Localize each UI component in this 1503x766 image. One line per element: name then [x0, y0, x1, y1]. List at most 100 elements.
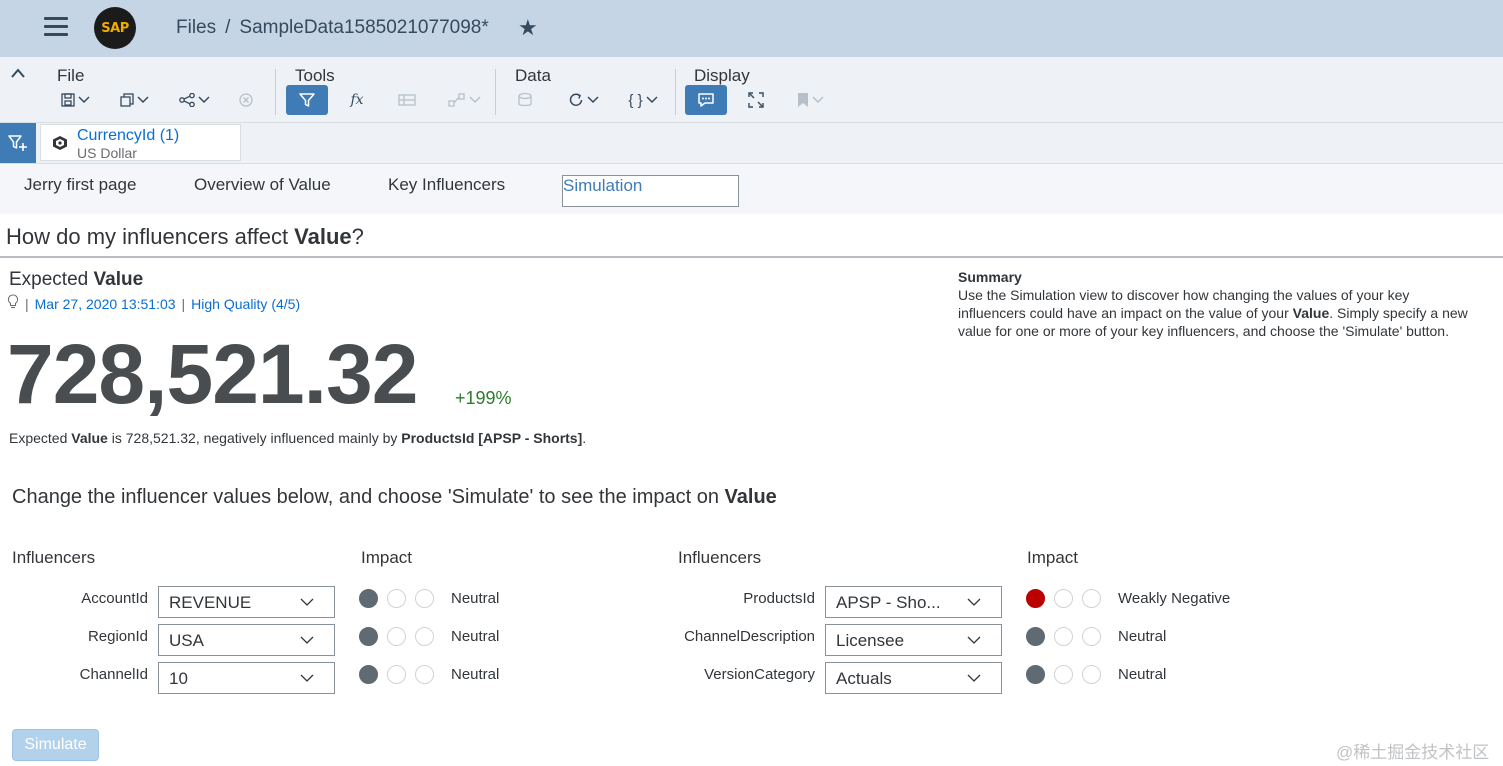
impact-indicator [1026, 589, 1110, 608]
tab-simulation[interactable]: Simulation [562, 175, 739, 207]
impact-indicator [359, 589, 443, 608]
impact-label: Neutral [451, 666, 500, 683]
calculation-icon[interactable] [396, 85, 418, 115]
data-source-icon[interactable] [515, 85, 539, 115]
sap-logo[interactable]: SAP [94, 7, 136, 49]
impact-label: Neutral [451, 590, 500, 607]
lightbulb-icon [7, 294, 19, 313]
impact-dot [1026, 589, 1045, 608]
explanation-part-1: Expected [9, 430, 72, 446]
expected-label-text: Expected [9, 269, 94, 290]
toolbar: File Tools fx Data { } Display [0, 57, 1503, 123]
toolbar-divider [495, 69, 496, 115]
impact-dot [387, 589, 406, 608]
page-title-bold: Value [294, 224, 352, 249]
expected-value-delta: +199% [455, 388, 512, 408]
impact-indicator [1026, 665, 1110, 684]
influencer-select-value: REVENUE [169, 593, 252, 612]
impact-dot [415, 627, 434, 646]
add-filter-icon[interactable] [0, 123, 36, 163]
impact-dot [1054, 589, 1073, 608]
meta-separator: | [181, 295, 186, 312]
impact-dot [1082, 627, 1101, 646]
explanation-part-3: . [582, 430, 587, 446]
toolbar-divider [275, 69, 276, 115]
save-icon[interactable] [56, 85, 94, 115]
toolbar-group-tools: Tools [295, 66, 335, 85]
filter-icon[interactable] [286, 85, 328, 115]
summary-heading: Summary [958, 269, 1022, 285]
simulation-instructions: Change the influencer values below, and … [12, 486, 777, 509]
explanation-bold-2: ProductsId [APSP - Shorts] [401, 430, 583, 446]
currency-filter-chip[interactable]: CurrencyId (1) US Dollar [40, 124, 241, 161]
influencer-select-accountid[interactable]: REVENUE [158, 586, 335, 618]
impact-dot [1082, 589, 1101, 608]
influencer-select-value: USA [169, 631, 204, 650]
dimension-icon [52, 135, 68, 156]
impact-dot [359, 665, 378, 684]
shell-bar: SAP Files / SampleData1585021077098* ★ [0, 0, 1503, 57]
impact-dot [1082, 665, 1101, 684]
filter-bar: CurrencyId (1) US Dollar [0, 123, 1503, 164]
expected-value-number: 728,521.32 [7, 327, 418, 421]
refresh-icon[interactable] [563, 85, 603, 115]
influencer-select-productsid[interactable]: APSP - Sho... [825, 586, 1002, 618]
toolbar-divider [675, 69, 676, 115]
delete-icon[interactable] [236, 85, 256, 115]
page-tabs: Jerry first page Overview of Value Key I… [0, 164, 1503, 214]
chevron-down-icon [967, 674, 981, 682]
filter-chip-value: US Dollar [77, 145, 137, 161]
chevron-down-icon [967, 636, 981, 644]
tab-overview-of-value[interactable]: Overview of Value [194, 175, 331, 195]
impact-label: Neutral [451, 628, 500, 645]
explanation-part-2: is 728,521.32, negatively influenced mai… [107, 430, 402, 446]
chevron-down-icon [967, 598, 981, 606]
breadcrumb-files[interactable]: Files [176, 17, 216, 38]
timestamp-link[interactable]: Mar 27, 2020 13:51:03 [35, 296, 176, 312]
impact-dot [359, 627, 378, 646]
impact-indicator [359, 627, 443, 646]
influencer-select-regionid[interactable]: USA [158, 624, 335, 656]
meta-separator: | [25, 295, 29, 312]
summary-text: Use the Simulation view to discover how … [958, 286, 1478, 340]
toolbar-group-data: Data [515, 66, 551, 85]
page-title: How do my influencers affect Value? [6, 224, 364, 250]
influencer-name: AccountId [81, 590, 148, 607]
impact-indicator [359, 665, 443, 684]
instructions-text: Change the influencer values below, and … [12, 486, 725, 508]
simulate-button[interactable]: Simulate [12, 729, 99, 761]
page-title-prefix: How do my influencers affect [6, 224, 295, 249]
influencer-select-versioncategory[interactable]: Actuals [825, 662, 1002, 694]
summary-text-bold: Value [1292, 305, 1330, 321]
formula-icon[interactable]: fx [345, 85, 369, 115]
impact-label: Neutral [1118, 666, 1167, 683]
influencer-name: ChannelDescription [684, 628, 815, 645]
influencer-name: RegionId [87, 628, 148, 645]
influencer-name: ChannelId [79, 666, 148, 683]
hierarchy-icon[interactable] [444, 85, 484, 115]
braces-icon[interactable]: { } [622, 85, 664, 115]
expected-value-explanation: Expected Value is 728,521.32, negatively… [9, 430, 586, 446]
bookmark-icon[interactable] [792, 85, 828, 115]
share-icon[interactable] [174, 85, 214, 115]
tab-jerry-first-page[interactable]: Jerry first page [24, 175, 136, 195]
influencer-select-value: Actuals [836, 669, 892, 688]
influencer-select-channelid[interactable]: 10 [158, 662, 335, 694]
impact-dot [415, 665, 434, 684]
summary-panel: Summary Use the Simulation view to disco… [958, 268, 1478, 340]
impact-dot [1054, 665, 1073, 684]
copy-icon[interactable] [115, 85, 153, 115]
collapse-toolbar-icon[interactable] [10, 66, 26, 84]
comment-icon[interactable] [685, 85, 727, 115]
impact-label: Weakly Negative [1118, 590, 1231, 607]
chevron-down-icon [300, 674, 314, 682]
favorite-star-icon[interactable]: ★ [518, 15, 538, 41]
quality-link[interactable]: High Quality (4/5) [191, 296, 300, 312]
impact-header-left: Impact [361, 548, 413, 567]
logo-text: SAP [101, 20, 129, 36]
fullscreen-icon[interactable] [746, 85, 766, 115]
tab-key-influencers[interactable]: Key Influencers [388, 175, 505, 195]
breadcrumb: Files / SampleData1585021077098* [176, 17, 489, 39]
menu-icon[interactable] [44, 17, 68, 37]
influencer-select-channeldescription[interactable]: Licensee [825, 624, 1002, 656]
